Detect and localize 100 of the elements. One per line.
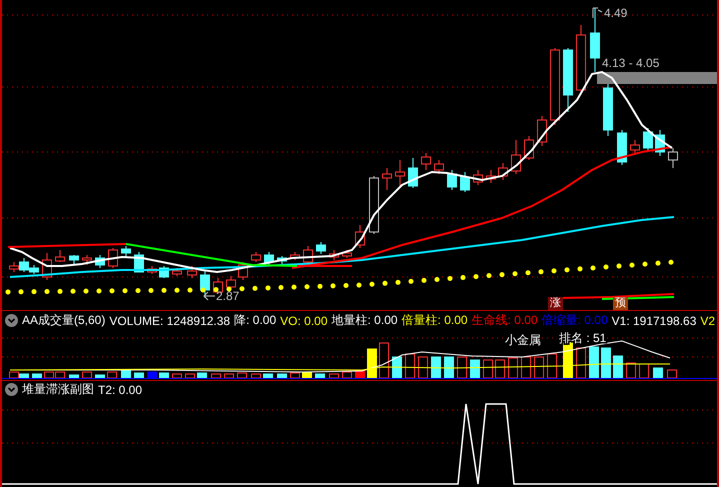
indicator-reading: VOLUME: 1248912.38: [109, 314, 230, 328]
candlestick: [277, 256, 287, 264]
candlestick: [617, 130, 627, 166]
candlestick: [655, 130, 665, 156]
indicator-reading: 地量柱: 0.00: [332, 312, 398, 329]
volume-bar: [667, 370, 677, 378]
candlestick: [355, 224, 365, 248]
indicator-reading: 倍量柱: 0.00: [402, 312, 468, 329]
volume-bar: [483, 360, 493, 378]
volume-bar: [379, 342, 389, 378]
volume-bar: [405, 354, 415, 378]
candlestick: [395, 160, 405, 186]
volume-bar: [315, 374, 325, 378]
flag-icon: [592, 8, 602, 18]
candlestick: [473, 170, 483, 186]
candlestick: [329, 250, 339, 260]
candlestick: [382, 168, 392, 190]
candlestick: [603, 84, 613, 136]
volume-bar: [392, 356, 402, 378]
volume-bar: [224, 374, 234, 378]
candlestick: [82, 254, 92, 266]
volume-bar: [290, 372, 300, 378]
candlestick: [342, 250, 352, 258]
candlestick: [408, 158, 418, 188]
indicator-reading: T2: 0.00: [98, 382, 142, 396]
candlestick: [55, 250, 65, 262]
collapse-icon[interactable]: [5, 314, 18, 327]
candlestick: [421, 152, 431, 170]
candlestick: [251, 252, 261, 262]
volume-bar: [172, 374, 182, 378]
collapse-icon[interactable]: [5, 383, 18, 396]
candlestick: [226, 276, 236, 290]
candlestick: [147, 266, 157, 274]
candlestick: [264, 252, 274, 266]
candlestick: [238, 262, 248, 280]
candlestick: [172, 268, 182, 276]
candlestick: [576, 24, 586, 96]
volume-bar: [69, 374, 79, 378]
volume-bar: [185, 374, 195, 378]
candlestick: [42, 252, 52, 280]
volume-bar: [418, 356, 428, 378]
candlestick: [290, 252, 300, 260]
volume-bar: [367, 348, 377, 378]
volume-bar: [444, 356, 454, 378]
indicator-title: AA成交量(5,60): [22, 312, 106, 329]
volume-bar: [95, 374, 105, 378]
candlestick: [316, 242, 326, 254]
signal-marker: 预: [613, 297, 628, 310]
price-range-label: 4.13 - 4.05: [602, 56, 660, 70]
candlestick: [200, 270, 210, 298]
volume-bar: [263, 374, 273, 378]
volume-bar: [547, 354, 557, 378]
volume-bar: [211, 374, 221, 378]
volume-bar: [613, 356, 623, 378]
volume-bar: [134, 372, 144, 378]
volume-bar: [589, 346, 599, 378]
indicator-reading: VO: 0.00: [280, 314, 328, 328]
volume-bar: [508, 358, 518, 378]
volume-bar: [32, 374, 42, 378]
volume-bar: [329, 374, 339, 378]
volume-bar: [197, 372, 207, 378]
volume-bar: [470, 360, 480, 378]
candlestick: [511, 140, 521, 174]
volume-bar: [576, 348, 586, 378]
indicator-reading: 生命线: 0.00: [472, 312, 538, 329]
candlestick: [460, 172, 470, 192]
candlestick: [369, 176, 379, 234]
volume-bar: [626, 362, 636, 378]
volume-bar: [147, 372, 157, 378]
candlestick: [121, 246, 131, 258]
candlestick: [187, 266, 197, 278]
candlestick: [643, 128, 653, 152]
indicator-reading: 降: 0.00: [234, 312, 276, 329]
indicator-title: 堆量滞涨副图: [22, 381, 94, 398]
candlestick: [69, 254, 79, 266]
indicator-reading: V1: 1917198.63: [612, 314, 696, 328]
volume-bar: [277, 374, 287, 378]
volume-bar: [653, 368, 663, 378]
arrow-icon: [203, 292, 216, 300]
candlestick: [434, 160, 444, 174]
candlestick: [590, 8, 600, 72]
volume-bar: [457, 356, 467, 378]
volume-bar: [521, 356, 531, 378]
signal-marker: 涨: [548, 297, 563, 310]
candlestick: [498, 162, 508, 180]
volume-bar: [601, 348, 611, 378]
volume-bar: [159, 372, 169, 378]
volume-bar: [237, 372, 247, 378]
volume-bar: [534, 356, 544, 378]
volume-bar: [107, 372, 117, 378]
candlestick: [447, 170, 457, 190]
high-price-label: 4.49: [604, 6, 628, 20]
volume-bar: [82, 372, 92, 378]
candlestick: [630, 140, 640, 156]
volume-bar: [639, 364, 649, 378]
candlestick: [95, 254, 105, 268]
indicator-reading: V2: [700, 314, 716, 328]
low-price-label: 2.87: [216, 289, 240, 303]
candlestick: [9, 262, 19, 272]
volume-bar: [431, 356, 441, 378]
